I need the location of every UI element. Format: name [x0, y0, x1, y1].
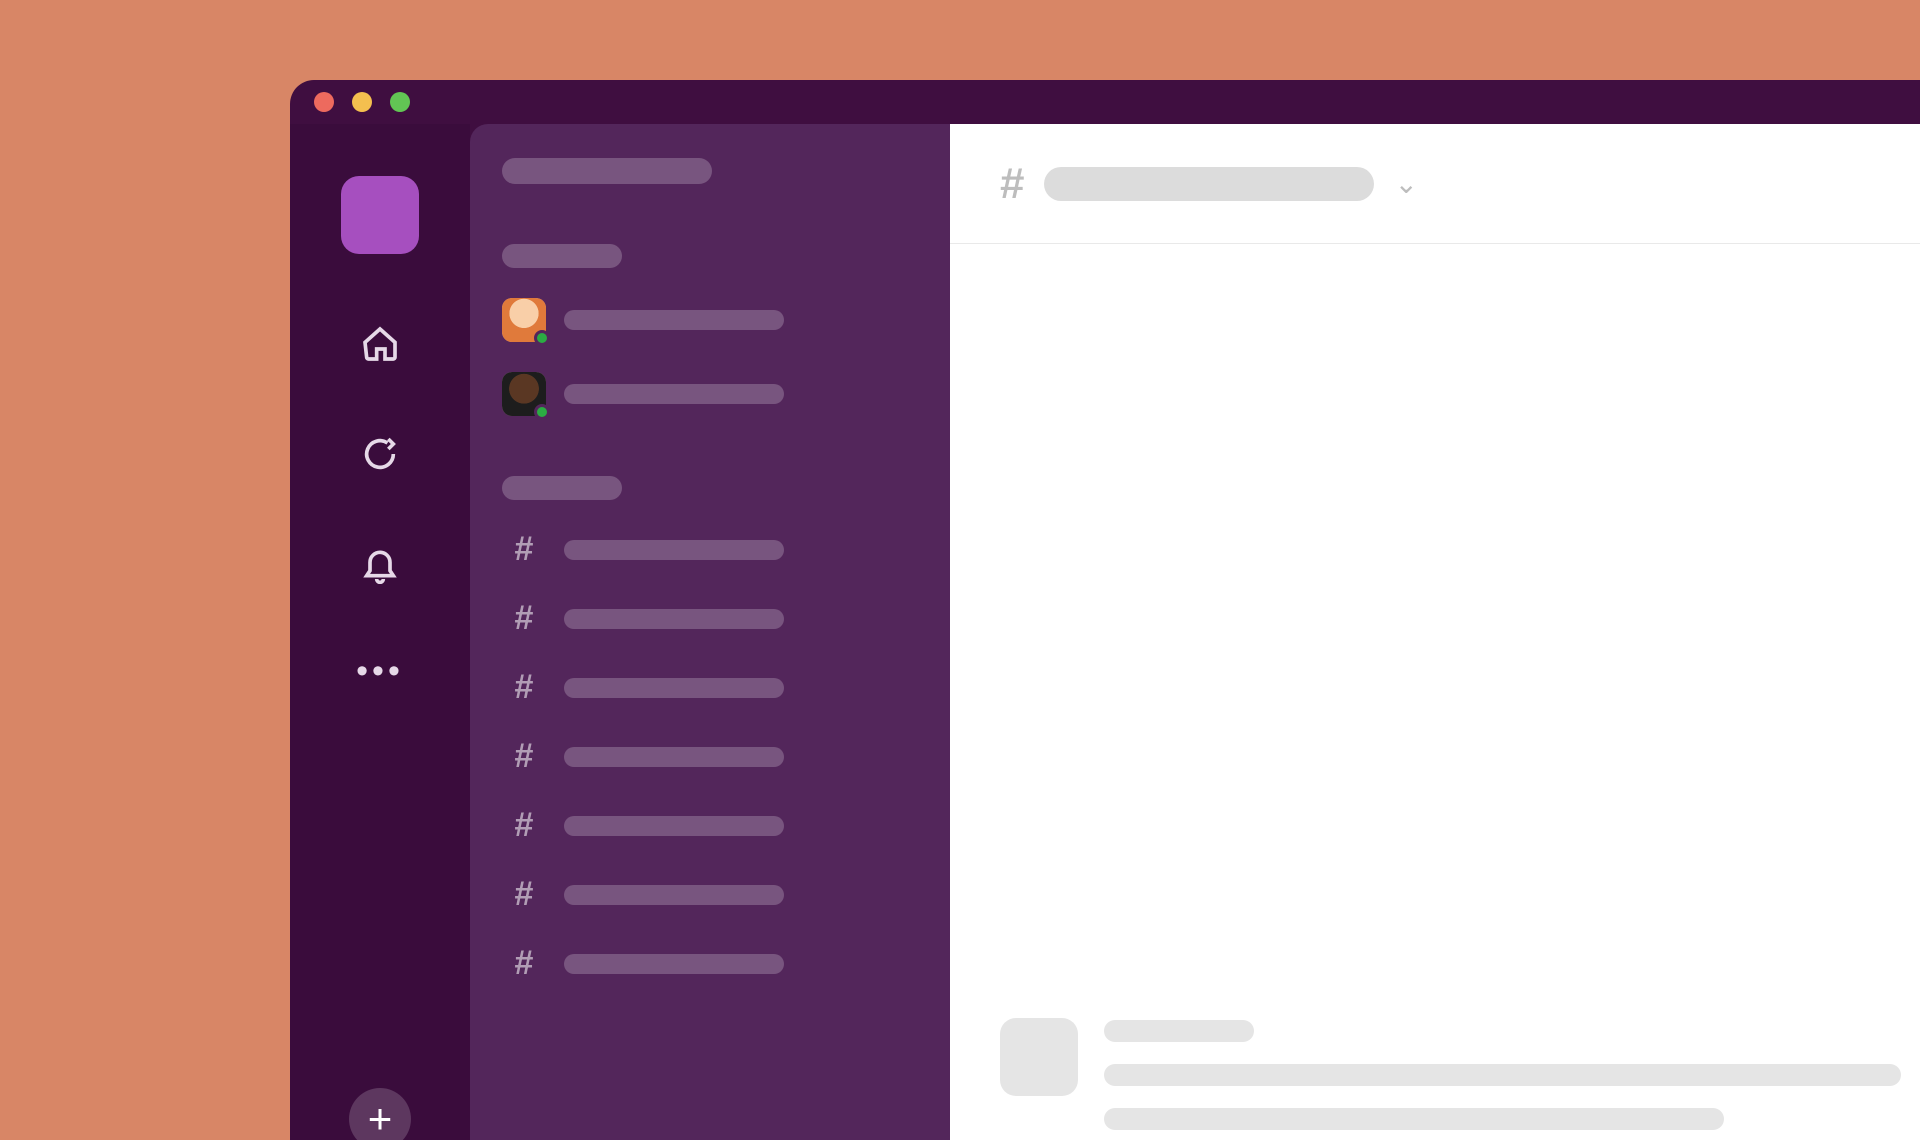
channel-name	[564, 747, 784, 767]
workspace-rail: ••• +	[290, 124, 470, 1140]
hash-icon: #	[502, 530, 546, 569]
hash-icon: #	[1000, 159, 1024, 209]
channel-name	[564, 816, 784, 836]
channel-name	[564, 540, 784, 560]
window-minimize-button[interactable]	[352, 92, 372, 112]
channel-title[interactable]	[1044, 167, 1374, 201]
hash-icon: #	[502, 806, 546, 845]
sidebar-channel-item[interactable]: #	[502, 668, 918, 707]
hash-icon: #	[502, 737, 546, 776]
main-pane: # ⌄	[950, 124, 1920, 1140]
app-window: ••• +	[290, 80, 1920, 1140]
workspace-tile[interactable]	[341, 176, 419, 254]
message-body	[1104, 1018, 1920, 1130]
add-button[interactable]: +	[349, 1088, 411, 1140]
sidebar-channel-item[interactable]: #	[502, 530, 918, 569]
channel-name	[564, 609, 784, 629]
sidebar-section-label[interactable]	[502, 476, 622, 500]
hash-icon: #	[502, 875, 546, 914]
presence-indicator	[534, 404, 550, 420]
message-item[interactable]	[1000, 1018, 1920, 1140]
message-list	[950, 244, 1920, 1140]
avatar	[502, 298, 546, 342]
app-body: ••• +	[290, 124, 1920, 1140]
avatar	[1000, 1018, 1078, 1096]
sidebar-channel-item[interactable]: #	[502, 875, 918, 914]
plus-icon: +	[368, 1095, 393, 1140]
window-maximize-button[interactable]	[390, 92, 410, 112]
sidebar-channel-item[interactable]: #	[502, 737, 918, 776]
hash-icon: #	[502, 944, 546, 983]
activity-icon[interactable]	[360, 544, 400, 584]
window-titlebar	[290, 80, 1920, 124]
dm-icon[interactable]	[360, 434, 400, 474]
channel-name	[564, 678, 784, 698]
message-line	[1104, 1064, 1901, 1086]
hash-icon: #	[502, 668, 546, 707]
sidebar-channel-item[interactable]: #	[502, 806, 918, 845]
channel-name	[564, 954, 784, 974]
channel-header: # ⌄	[950, 124, 1920, 244]
sidebar-channel-item[interactable]: #	[502, 599, 918, 638]
message-author	[1104, 1020, 1254, 1042]
presence-indicator	[534, 330, 550, 346]
sidebar-dm-item[interactable]	[502, 298, 918, 342]
more-icon[interactable]: •••	[356, 654, 404, 688]
dm-name	[564, 384, 784, 404]
home-icon[interactable]	[360, 324, 400, 364]
hash-icon: #	[502, 599, 546, 638]
dm-name	[564, 310, 784, 330]
sidebar-channel-item[interactable]: #	[502, 944, 918, 983]
sidebar-section-label[interactable]	[502, 244, 622, 268]
channel-sidebar: # # # # # # #	[470, 124, 950, 1140]
channel-name	[564, 885, 784, 905]
chevron-down-icon[interactable]: ⌄	[1394, 167, 1417, 200]
message-line	[1104, 1108, 1724, 1130]
workspace-name[interactable]	[502, 158, 712, 184]
window-close-button[interactable]	[314, 92, 334, 112]
avatar	[502, 372, 546, 416]
sidebar-dm-item[interactable]	[502, 372, 918, 416]
